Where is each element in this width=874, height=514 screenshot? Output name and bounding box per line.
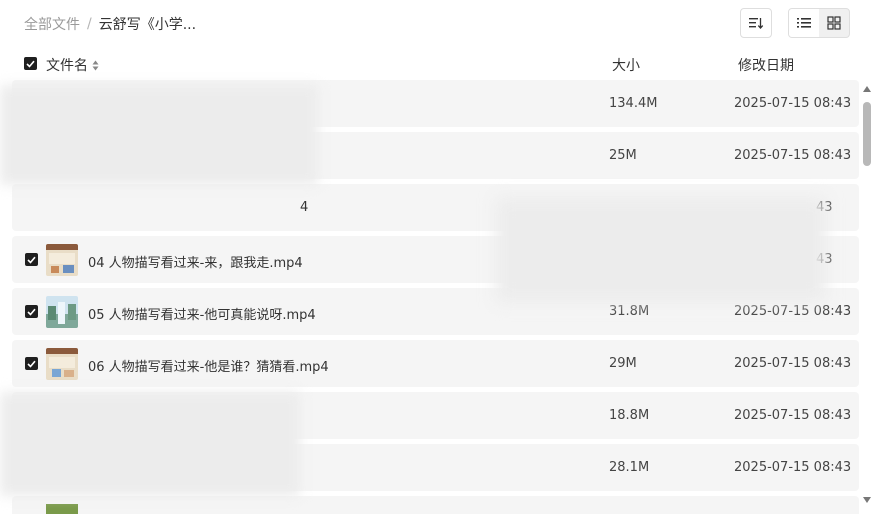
row-checkbox[interactable]	[25, 357, 38, 370]
grid-view-button[interactable]	[819, 9, 849, 37]
row-checkbox[interactable]	[25, 305, 38, 318]
scroll-down-arrow-icon[interactable]	[863, 497, 871, 503]
check-icon	[27, 360, 36, 368]
size-column-header: 大小	[612, 58, 640, 74]
file-date: 2025-07-15 08:43	[734, 96, 852, 111]
file-row-partial[interactable]	[12, 496, 859, 514]
file-size: 29M	[609, 356, 637, 371]
file-name: 4	[300, 200, 309, 215]
privacy-blur	[0, 85, 318, 185]
file-size: 134.4M	[609, 96, 658, 111]
file-date: 2025-07-15 08:43	[734, 148, 852, 163]
privacy-blur	[0, 392, 300, 496]
list-view-icon	[797, 18, 811, 28]
select-all-checkbox[interactable]	[24, 57, 37, 70]
breadcrumb-root-link[interactable]: 全部文件	[24, 14, 80, 34]
file-date: 2025-07-15 08:43	[734, 408, 852, 423]
check-icon	[27, 308, 36, 316]
scrollbar-thumb[interactable]	[863, 102, 871, 166]
list-view-button[interactable]	[789, 9, 819, 37]
breadcrumb: 全部文件 / 云舒写《小学...	[24, 14, 196, 34]
file-size: 25M	[609, 148, 637, 163]
check-icon	[27, 256, 36, 264]
classroom-thumbnail	[46, 244, 78, 276]
file-date: 2025-07-15 08:43	[734, 460, 852, 475]
classroom-thumbnail	[46, 348, 78, 380]
row-checkbox[interactable]	[25, 253, 38, 266]
file-date: 2025-07-15 08:43	[734, 356, 852, 371]
file-row[interactable]: 06 人物描写看过来-他是谁？猜猜看.mp4 29M 2025-07-15 08…	[12, 340, 859, 387]
sort-button[interactable]	[740, 8, 772, 38]
file-name: 05 人物描写看过来-他可真能说呀.mp4	[88, 308, 316, 323]
sort-icon	[749, 18, 764, 29]
file-date: 2025-07-15 08:43	[734, 304, 852, 319]
file-thumbnail	[46, 504, 78, 514]
sort-toggle-icon	[92, 60, 99, 70]
scroll-up-arrow-icon[interactable]	[863, 86, 871, 92]
breadcrumb-separator: /	[87, 16, 92, 32]
waterfall-thumbnail	[46, 296, 78, 328]
breadcrumb-current-folder: 云舒写《小学...	[98, 17, 197, 33]
vertical-scrollbar[interactable]	[861, 84, 873, 514]
check-icon	[26, 60, 35, 68]
grid-view-icon	[827, 16, 841, 30]
date-column-header: 修改日期	[738, 58, 794, 74]
column-header: 文件名 大小 修改日期	[0, 52, 860, 76]
file-size: 18.8M	[609, 408, 650, 423]
file-size: 28.1M	[609, 460, 650, 475]
name-column-header[interactable]: 文件名	[46, 55, 99, 75]
view-toggle-group	[788, 8, 850, 38]
name-column-label: 文件名	[46, 58, 88, 74]
file-size: 31.8M	[609, 304, 650, 319]
file-name: 06 人物描写看过来-他是谁？猜猜看.mp4	[88, 360, 329, 375]
privacy-blur	[496, 198, 826, 302]
file-name: 04 人物描写看过来-来，跟我走.mp4	[88, 256, 303, 271]
